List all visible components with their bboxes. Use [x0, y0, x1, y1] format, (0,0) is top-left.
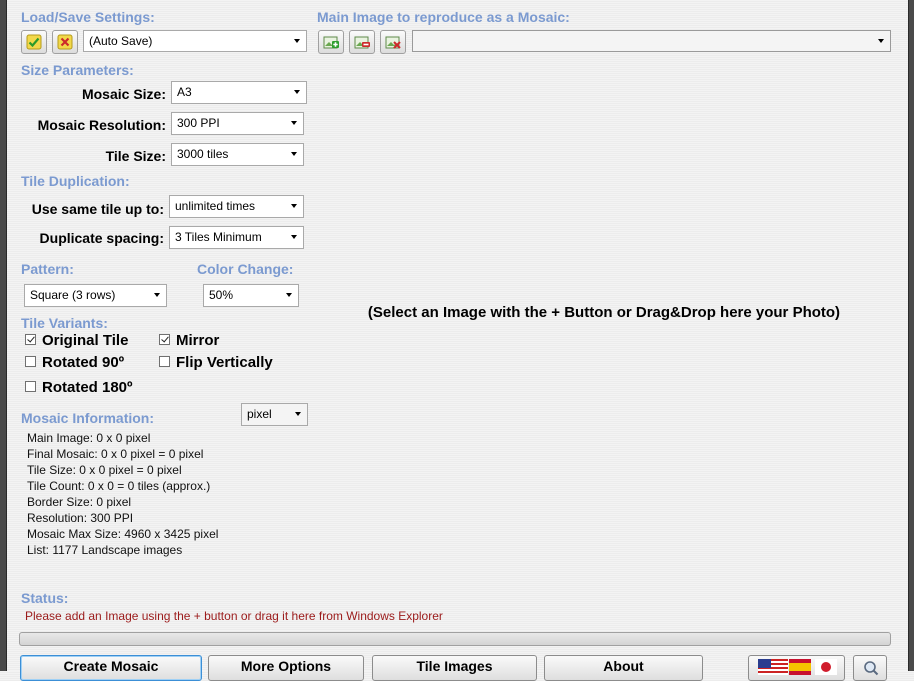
pattern-title: Pattern: — [21, 261, 74, 277]
checkbox-unchecked[interactable] — [25, 380, 36, 392]
info-border-size: Border Size: 0 pixel — [27, 495, 132, 509]
info-max-size: Mosaic Max Size: 4960 x 3425 pixel — [27, 527, 219, 541]
variant-original-tile[interactable]: Original Tile — [25, 332, 128, 349]
mosaic-size-value: A3 — [177, 85, 192, 99]
japan-flag-icon — [815, 659, 837, 675]
remove-image-button[interactable] — [349, 30, 375, 54]
add-image-button[interactable] — [318, 30, 344, 54]
chevron-down-icon — [878, 39, 884, 43]
us-flag-icon — [758, 659, 788, 675]
duplication-title: Tile Duplication: — [21, 173, 130, 189]
same-tile-select[interactable]: unlimited times — [169, 195, 304, 218]
spacing-label: Duplicate spacing: — [39, 230, 164, 246]
mosaic-size-select[interactable]: A3 — [171, 81, 307, 104]
checkbox-unchecked[interactable] — [25, 355, 36, 367]
mosaic-size-label: Mosaic Size: — [81, 86, 166, 102]
clear-image-button[interactable] — [380, 30, 406, 54]
magnifier-icon — [864, 661, 879, 676]
info-resolution: Resolution: 300 PPI — [27, 511, 134, 525]
size-params-title: Size Parameters: — [21, 62, 134, 78]
info-list: List: 1177 Landscape images — [27, 543, 183, 557]
settings-select-value: (Auto Save) — [89, 34, 153, 48]
tile-size-select[interactable]: 3000 tiles — [171, 143, 304, 166]
spain-flag-icon — [789, 659, 811, 675]
search-button[interactable] — [853, 655, 887, 681]
variant-label: Original Tile — [42, 332, 129, 349]
info-tile-size: Tile Size: 0 x 0 pixel = 0 pixel — [27, 463, 182, 477]
resolution-value: 300 PPI — [177, 116, 220, 130]
color-change-select[interactable]: 50% — [203, 284, 299, 307]
main-image-title: Main Image to reproduce as a Mosaic: — [317, 9, 570, 25]
spacing-select[interactable]: 3 Tiles Minimum — [169, 226, 304, 249]
drop-area-placeholder: (Select an Image with the + Button or Dr… — [367, 304, 841, 321]
same-tile-value: unlimited times — [175, 199, 256, 213]
chevron-down-icon — [294, 90, 300, 94]
about-button[interactable]: About — [544, 655, 703, 681]
info-main-image: Main Image: 0 x 0 pixel — [27, 431, 151, 445]
more-options-button[interactable]: More Options — [208, 655, 364, 681]
pattern-value: Square (3 rows) — [30, 288, 116, 302]
language-selector[interactable] — [748, 655, 845, 681]
delete-x-icon — [57, 34, 73, 50]
load-save-title: Load/Save Settings: — [21, 9, 155, 25]
checkbox-checked[interactable] — [25, 333, 36, 345]
pattern-select[interactable]: Square (3 rows) — [24, 284, 167, 307]
variant-rotated-180[interactable]: Rotated 180º — [25, 379, 133, 396]
save-settings-button[interactable] — [21, 30, 47, 54]
variant-label: Rotated 90º — [42, 354, 125, 371]
info-final-mosaic: Final Mosaic: 0 x 0 pixel = 0 pixel — [27, 447, 204, 461]
chevron-down-icon — [291, 152, 297, 156]
variant-label: Rotated 180º — [42, 379, 133, 396]
status-title: Status: — [21, 590, 69, 606]
variant-rotated-90[interactable]: Rotated 90º — [25, 354, 124, 371]
info-tile-count: Tile Count: 0 x 0 = 0 tiles (approx.) — [27, 479, 211, 493]
variant-flip-vertically[interactable]: Flip Vertically — [159, 354, 273, 371]
variant-mirror[interactable]: Mirror — [159, 332, 219, 349]
chevron-down-icon — [291, 121, 297, 125]
color-change-value: 50% — [209, 288, 234, 302]
add-image-icon — [323, 36, 339, 49]
progress-bar — [19, 632, 891, 646]
tile-size-value: 3000 tiles — [177, 147, 229, 161]
same-tile-label: Use same tile up to: — [31, 201, 164, 217]
chevron-down-icon — [291, 235, 297, 239]
tile-size-label: Tile Size: — [105, 148, 166, 164]
resolution-label: Mosaic Resolution: — [37, 117, 166, 133]
chevron-down-icon — [286, 293, 292, 297]
image-drop-area[interactable]: (Select an Image with the + Button or Dr… — [317, 55, 891, 569]
status-message: Please add an Image using the + button o… — [25, 609, 443, 623]
spacing-value: 3 Tiles Minimum — [175, 230, 262, 244]
window-frame-right — [908, 0, 914, 671]
window-frame-left — [0, 0, 7, 671]
save-check-icon — [26, 34, 42, 50]
variant-label: Mirror — [176, 332, 220, 349]
variants-title: Tile Variants: — [21, 315, 108, 331]
chevron-down-icon — [295, 412, 301, 416]
checkbox-checked[interactable] — [159, 333, 170, 345]
color-change-title: Color Change: — [197, 261, 294, 277]
main-image-select[interactable] — [412, 30, 891, 52]
tile-images-button[interactable]: Tile Images — [372, 655, 537, 681]
chevron-down-icon — [154, 293, 160, 297]
clear-image-icon — [385, 36, 401, 49]
create-mosaic-button[interactable]: Create Mosaic — [20, 655, 202, 681]
variant-label: Flip Vertically — [176, 354, 273, 371]
chevron-down-icon — [294, 39, 300, 43]
unit-select[interactable]: pixel — [241, 403, 308, 426]
delete-settings-button[interactable] — [52, 30, 78, 54]
info-title: Mosaic Information: — [21, 410, 155, 426]
remove-image-icon — [354, 36, 370, 49]
chevron-down-icon — [291, 204, 297, 208]
settings-select[interactable]: (Auto Save) — [83, 30, 307, 52]
resolution-select[interactable]: 300 PPI — [171, 112, 304, 135]
checkbox-unchecked[interactable] — [159, 355, 170, 367]
